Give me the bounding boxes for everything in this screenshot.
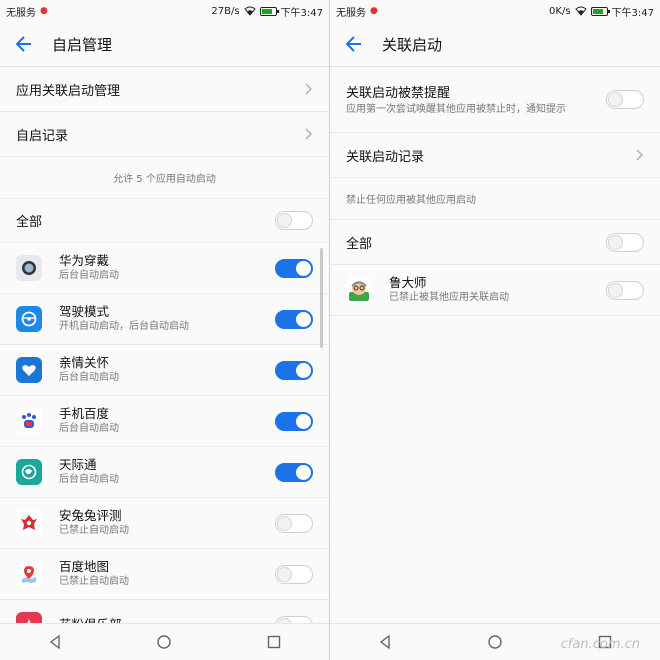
app-bar: 关联启动	[330, 22, 660, 67]
list-item[interactable]: 亲情关怀后台自动启动	[0, 345, 329, 396]
app-status: 后台自动启动	[59, 423, 119, 434]
nav-recents-icon[interactable]	[266, 634, 282, 650]
network-speed: 27B/s	[211, 5, 240, 17]
app-toggle[interactable]	[275, 360, 313, 380]
app-name: 手机百度	[59, 406, 110, 421]
allowed-count-note: 允许 5 个应用自动启动	[0, 157, 329, 199]
status-bar: 无服务 ● 27B/s 下午3:47	[0, 0, 329, 22]
app-bar: 自启管理	[0, 22, 329, 67]
app-list: 华为穿戴 后台自动启动 驾驶模式 开机自动启动，后台自动启动 亲情关怀 后台自动启动 …	[0, 243, 329, 651]
steering-wheel-icon	[16, 306, 42, 332]
nav-home-icon[interactable]	[487, 634, 503, 650]
app-name: 鲁大师	[389, 275, 427, 290]
startup-manager-screen: 无服务 ● 27B/s 下午3:47 自启管理 应用关联启动管理 自启记录 允许…	[0, 0, 330, 660]
huawei-logo-icon: ●	[370, 6, 378, 16]
huawei-logo-icon: ●	[40, 6, 48, 16]
app-status: 开机自动启动，后台自动启动	[59, 321, 189, 332]
nav-back-icon[interactable]	[377, 634, 393, 650]
ludashi-icon	[346, 277, 372, 303]
list-item[interactable]: 鲁大师已禁止被其他应用关联启动	[330, 265, 660, 316]
app-status: 后台自动启动	[59, 270, 119, 281]
page-title: 关联启动	[382, 35, 443, 54]
app-name: 亲情关怀	[59, 355, 110, 370]
list-item[interactable]: 华为穿戴后台自动启动	[0, 243, 329, 294]
antutu-icon	[16, 510, 42, 536]
clock-text: 下午3:47	[611, 7, 654, 19]
back-arrow-icon[interactable]	[344, 34, 364, 54]
app-toggle[interactable]	[275, 462, 313, 482]
app-toggle[interactable]	[275, 258, 313, 278]
reminder-title: 关联启动被禁提醒	[346, 86, 451, 101]
app-toggle[interactable]	[275, 564, 313, 584]
chevron-right-icon	[305, 83, 312, 95]
reminder-row[interactable]: 关联启动被禁提醒 应用第一次尝试唤醒其他应用被禁止时，通知提示	[330, 67, 660, 133]
reminder-desc: 应用第一次尝试唤醒其他应用被禁止时，通知提示	[346, 104, 566, 115]
app-status: 后台自动启动	[59, 372, 119, 383]
app-name: 安兔兔评测	[59, 508, 122, 523]
all-toggle[interactable]	[606, 232, 644, 252]
menu-item-startup-records[interactable]: 自启记录	[0, 112, 329, 157]
app-toggle[interactable]	[275, 513, 313, 533]
app-status: 已禁止自动启动	[59, 525, 129, 536]
menu-item-label: 自启记录	[16, 128, 69, 144]
menu-item-linked-records[interactable]: 关联启动记录	[330, 133, 660, 178]
all-label: 全部	[346, 236, 373, 252]
linked-launch-screen: 无服务 ● 0K/s 下午3:47 关联启动 关联启动被禁提醒 应用第一次尝试唤…	[330, 0, 660, 660]
battery-icon	[259, 6, 279, 16]
menu-item-linked-launch[interactable]: 应用关联启动管理	[0, 67, 329, 112]
app-status: 已禁止被其他应用关联启动	[389, 292, 509, 303]
app-name: 华为穿戴	[59, 253, 110, 268]
nav-home-icon[interactable]	[156, 634, 172, 650]
note-text: 允许 5 个应用自动启动	[113, 174, 216, 185]
carrier-text: 无服务	[336, 7, 366, 19]
app-name: 百度地图	[59, 559, 110, 574]
all-apps-row[interactable]: 全部	[330, 220, 660, 265]
scrollbar[interactable]	[320, 248, 323, 348]
app-name: 驾驶模式	[59, 304, 110, 319]
all-label: 全部	[16, 215, 43, 230]
app-status: 后台自动启动	[59, 474, 119, 485]
page-title: 自启管理	[52, 35, 113, 54]
app-status: 已禁止自动启动	[59, 576, 129, 587]
list-item[interactable]: 驾驶模式开机自动启动，后台自动启动	[0, 294, 329, 345]
watermark: cfan.com.cn	[560, 637, 640, 652]
all-toggle[interactable]	[275, 211, 313, 230]
all-apps-row[interactable]: 全部	[0, 199, 329, 243]
map-pin-icon	[16, 561, 42, 587]
chevron-right-icon	[636, 149, 643, 161]
app-toggle[interactable]	[606, 280, 644, 300]
nav-bar	[0, 623, 329, 660]
status-bar: 无服务 ● 0K/s 下午3:47	[330, 0, 660, 22]
nav-back-icon[interactable]	[47, 634, 63, 650]
block-note: 禁止任何应用被其他应用启动	[330, 178, 660, 220]
reminder-toggle[interactable]	[606, 90, 644, 109]
baidu-paw-icon	[16, 408, 42, 434]
watch-icon	[16, 255, 42, 281]
list-item[interactable]: 安兔兔评测已禁止自动启动	[0, 498, 329, 549]
menu-item-label: 关联启动记录	[346, 149, 425, 165]
carrier-text: 无服务	[6, 7, 36, 19]
list-item[interactable]: 手机百度后台自动启动	[0, 396, 329, 447]
menu-item-label: 应用关联启动管理	[16, 83, 121, 99]
app-name: 天际通	[59, 457, 97, 472]
app-toggle[interactable]	[275, 309, 313, 329]
chevron-right-icon	[305, 128, 312, 140]
back-arrow-icon[interactable]	[14, 34, 34, 54]
note-text: 禁止任何应用被其他应用启动	[346, 195, 476, 206]
list-item[interactable]: 天际通 后台自动启动	[0, 447, 329, 498]
list-item[interactable]: 百度地图已禁止自动启动	[0, 549, 329, 600]
battery-icon	[590, 6, 610, 16]
network-speed: 0K/s	[549, 5, 571, 17]
wifi-icon	[243, 6, 256, 16]
clock-text: 下午3:47	[280, 7, 323, 19]
wifi-icon	[574, 6, 587, 16]
globe-icon	[16, 459, 42, 485]
heart-hands-icon	[16, 357, 42, 383]
screenshot-pair: 无服务 ● 27B/s 下午3:47 自启管理 应用关联启动管理 自启记录 允许…	[0, 0, 660, 660]
app-toggle[interactable]	[275, 411, 313, 431]
